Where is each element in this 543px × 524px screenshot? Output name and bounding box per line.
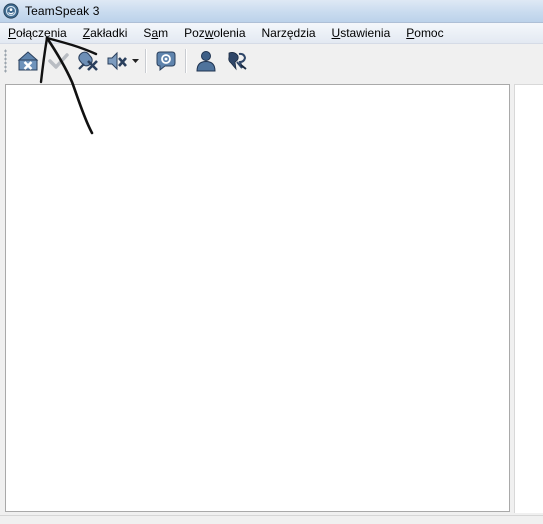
toolbar-separator: [145, 49, 147, 73]
menu-bookmarks[interactable]: Zakładki: [75, 23, 136, 43]
mute-speakers-icon: [107, 51, 127, 71]
menu-bar: Połączenia Zakładki Sam Pozwolenia Narzę…: [0, 23, 543, 44]
away-button[interactable]: [45, 48, 71, 74]
teamspeak-logo-icon: [3, 3, 19, 19]
subscribe-button[interactable]: [153, 48, 179, 74]
menu-self[interactable]: Sam: [135, 23, 176, 43]
panel-splitter[interactable]: [510, 84, 513, 512]
menu-settings[interactable]: Ustawienia: [324, 23, 399, 43]
subscribe-icon: [156, 51, 176, 72]
away-status-icon: [48, 53, 69, 69]
window-title: TeamSpeak 3: [25, 4, 100, 18]
mute-speakers-button[interactable]: [105, 48, 131, 74]
title-bar: TeamSpeak 3: [0, 0, 543, 23]
mute-microphone-icon: [78, 51, 98, 71]
contacts-icon: [196, 51, 216, 72]
server-tree-panel[interactable]: [5, 84, 510, 512]
chevron-down-icon: [131, 58, 139, 63]
menu-connections[interactable]: Połączenia: [0, 23, 75, 43]
toolbar-grip[interactable]: [4, 49, 7, 73]
disconnect-button[interactable]: [15, 48, 41, 74]
toolbar-separator: [185, 49, 187, 73]
server-info-panel[interactable]: [514, 84, 543, 513]
contacts-button[interactable]: [193, 48, 219, 74]
menu-help[interactable]: Pomoc: [398, 23, 451, 43]
disconnect-icon: [17, 51, 39, 71]
mute-microphone-button[interactable]: [75, 48, 101, 74]
mute-speakers-dropdown[interactable]: [131, 48, 139, 74]
toolbar: [0, 44, 543, 78]
whisper-button[interactable]: [223, 48, 249, 74]
menu-permissions[interactable]: Pozwolenia: [176, 23, 253, 43]
whisper-icon: [228, 52, 247, 71]
menu-tools[interactable]: Narzędzia: [254, 23, 324, 43]
